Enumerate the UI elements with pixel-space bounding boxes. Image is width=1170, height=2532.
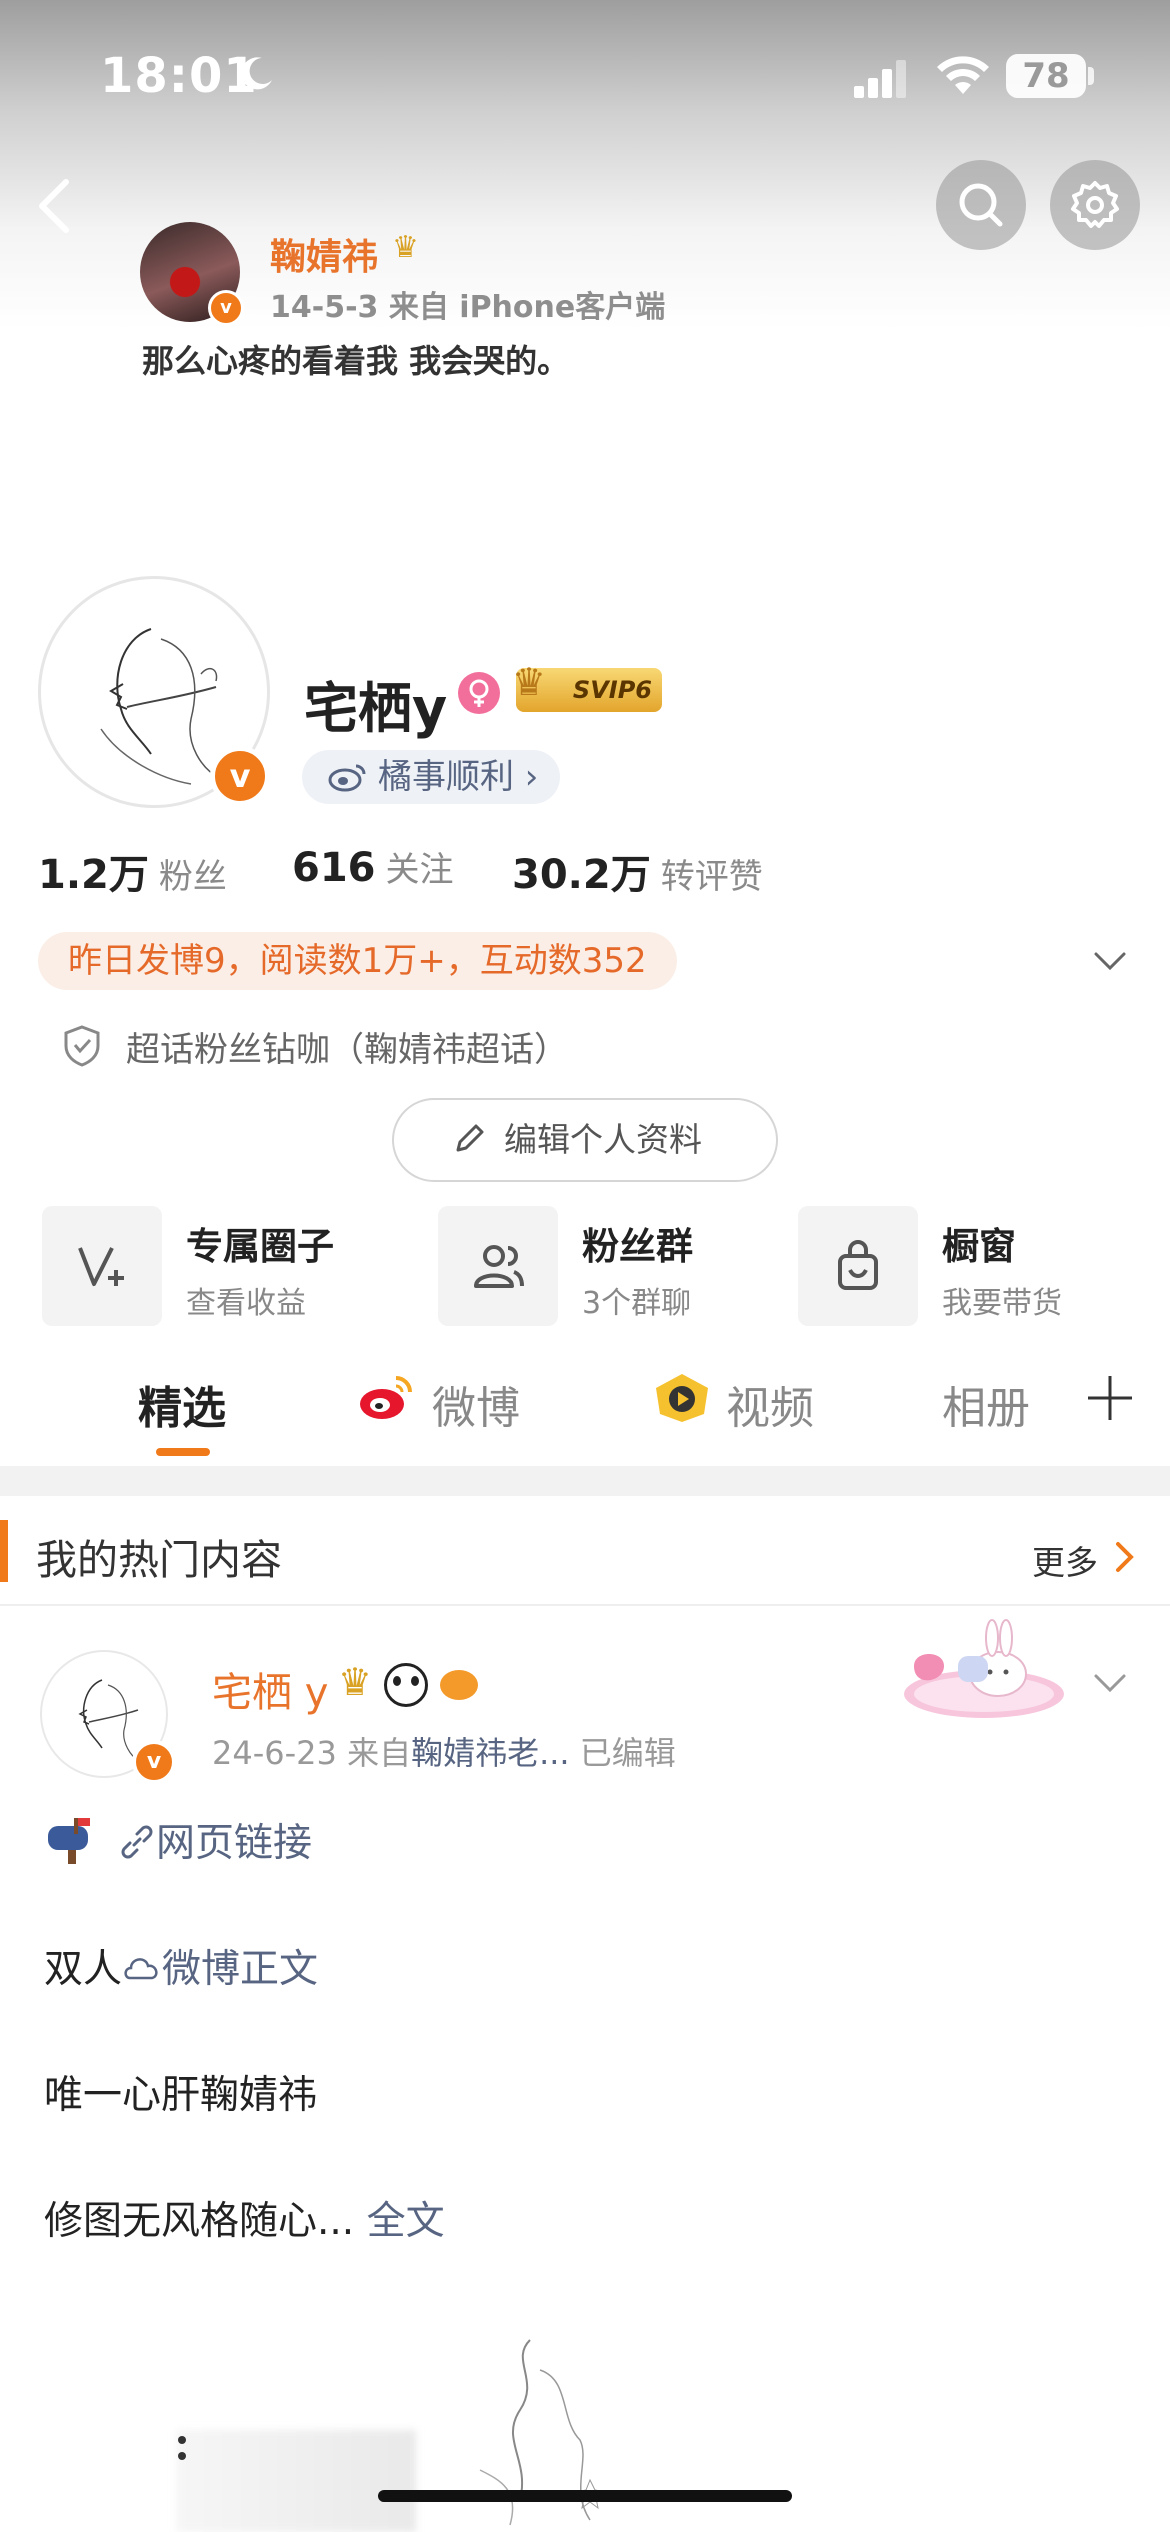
exclusive-circle-button[interactable] [42,1206,162,1326]
fan-group-button[interactable] [438,1206,558,1326]
video-icon [656,1374,708,1422]
post-date: 24-6-23 [212,1734,337,1772]
feature-subtitle-fan-group: 3个群聊 [582,1286,692,1321]
cover-post-meta: 14-5-3 来自 iPhone客户端 [270,290,666,325]
weibo-text-link-icon [124,1958,158,1980]
divider-line [0,1604,1170,1606]
image-dot [178,2436,186,2444]
section-accent-bar [0,1520,8,1582]
tab-video[interactable]: 视频 [726,1372,814,1436]
tab-album[interactable]: 相册 [942,1372,1030,1436]
feature-title-fan-group: 粉丝群 [582,1225,693,1268]
verified-badge-icon: v [132,1740,176,1784]
weibo-status-label: 橘事顺利 [378,757,514,797]
stat-interactions-label: 转评赞 [660,857,763,897]
full-text-link[interactable]: 全文 [367,2199,445,2244]
feature-title-showcase: 橱窗 [942,1225,1016,1268]
wifi-icon [937,56,989,94]
shield-icon [64,1025,100,1067]
female-gender-icon [458,672,500,714]
search-icon [959,183,1003,227]
feature-title-circle: 专属圈子 [186,1225,334,1268]
cover-post-username: 鞠婧祎 [270,237,379,278]
mailbox-icon [48,1818,90,1864]
cover-post-crown-icon: ♛ [392,230,419,265]
crown-icon: ♛ [338,1660,373,1704]
post-line-1-prefix: 双人 [44,1947,123,1992]
panda-icon [384,1662,429,1707]
stat-followers-label: 粉丝 [158,857,227,897]
weibo-logo-icon [360,1376,412,1419]
stat-following-value: 616 [292,845,376,891]
chevron-down-icon[interactable] [1090,946,1130,976]
post-meta: 24-6-23 来自鞠婧祎老... 已编辑 [212,1728,676,1774]
link-icon [121,1825,153,1859]
shopping-bag-icon [838,1240,878,1290]
post-image-left[interactable] [176,2430,416,2532]
bunny-sticker-decoration [904,1619,1064,1718]
battery-indicator: 78 [1006,54,1086,98]
weibo-icon [328,764,366,792]
home-indicator [378,2490,792,2502]
chevron-right-icon[interactable] [1114,1540,1136,1574]
gear-icon [1071,181,1119,228]
weibo-text-link[interactable]: 微博正文 [122,1947,318,1992]
weibo-text-link-label: 微博正文 [162,1947,319,1992]
crown-icon: ♛ [512,660,547,704]
stat-followers-value: 1.2万 [38,852,149,898]
yesterday-summary-pill[interactable]: 昨日发博9，阅读数1万+，互动数352 [38,932,677,990]
verified-badge-icon: v [210,746,270,806]
tab-featured[interactable]: 精选 [138,1372,226,1436]
post-line-3-text: 修图无风格随心... [44,2199,355,2244]
post-author-name[interactable]: 宅栖 y [212,1660,328,1718]
cover-post-text: 那么心疼的看着我 我会哭的。 [142,342,570,380]
post-line-2: 唯一心肝鞠婧祎 [44,2073,318,2118]
stat-following-label: 关注 [385,850,454,890]
pencil-icon [456,1124,484,1152]
post-from-prefix: 来自 [347,1734,412,1772]
showcase-button[interactable] [798,1206,918,1326]
post-line-1: 双人 微博正文 [44,1938,318,1994]
post-edited: 已编辑 [579,1734,676,1772]
section-divider [0,1466,1170,1496]
profile-nickname: 宅栖y [304,677,448,740]
stat-interactions[interactable]: 30.2万 转评赞 [512,842,763,900]
feature-subtitle-showcase: 我要带货 [942,1286,1062,1321]
add-tab-icon[interactable] [1086,1374,1134,1422]
moon-icon [241,57,272,90]
settings-button[interactable] [1050,160,1140,250]
active-tab-indicator [156,1448,210,1456]
post-options-chevron-icon[interactable] [1090,1668,1130,1698]
battery-level: 78 [1022,56,1070,96]
feature-subtitle-circle: 查看收益 [186,1286,306,1321]
people-icon [474,1245,524,1288]
stat-following[interactable]: 616 关注 [292,842,454,891]
hot-content-title: 我的热门内容 [36,1536,282,1584]
cover-post-verified-icon: v [208,290,244,326]
stat-followers[interactable]: 1.2万 粉丝 [38,842,227,900]
web-link-label: 网页链接 [156,1821,313,1866]
post-author-badges: ♛ [338,1660,479,1707]
cellular-signal-icon [854,60,906,98]
fish-icon [440,1669,479,1700]
back-button[interactable] [30,176,80,236]
status-time: 18:01 [100,48,258,104]
post-line-3: 修图无风格随心... 全文 [44,2190,445,2246]
search-button[interactable] [936,160,1026,250]
v-plus-icon [78,1247,124,1286]
stat-interactions-value: 30.2万 [512,852,651,898]
battery-tip [1088,67,1094,85]
edit-profile-button[interactable]: 编辑个人资料 [392,1098,778,1182]
web-link[interactable]: 网页链接 [118,1812,312,1868]
post-source[interactable]: 鞠婧祎老... [411,1734,570,1772]
more-link[interactable]: 更多 [1032,1536,1098,1584]
tab-weibo[interactable]: 微博 [432,1372,520,1436]
image-dot [178,2452,186,2460]
supertopic-fan-level[interactable]: 超话粉丝钻咖（鞠婧祎超话） [126,1022,568,1071]
